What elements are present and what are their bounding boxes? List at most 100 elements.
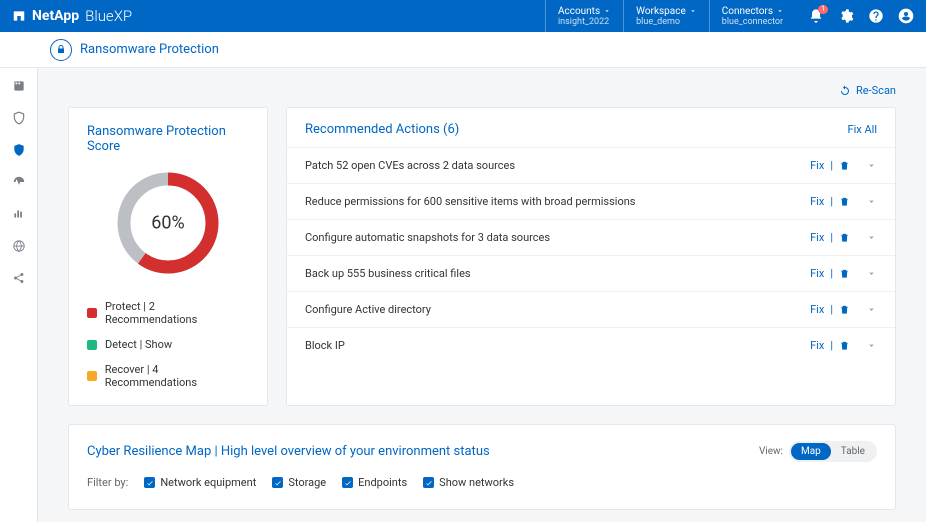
ransomware-icon — [50, 39, 72, 61]
score-percent: 60% — [151, 213, 184, 234]
workspace-value: blue_demo — [636, 17, 697, 27]
chevron-down-icon[interactable] — [866, 268, 877, 279]
fix-button[interactable]: Fix — [810, 339, 824, 352]
gear-icon[interactable] — [838, 8, 854, 24]
filter-label: Endpoints — [358, 476, 407, 489]
legend-swatch-red — [87, 308, 97, 318]
brand-logo-text: NetApp — [32, 8, 79, 24]
filter-by-label: Filter by: — [87, 476, 128, 489]
legend-recover[interactable]: Recover | 4 Recommendations — [87, 363, 249, 389]
view-label: View: — [759, 446, 783, 457]
action-text: Patch 52 open CVEs across 2 data sources — [305, 159, 515, 172]
action-row: Block IP Fix | — [287, 327, 895, 363]
divider: | — [830, 303, 833, 316]
filter-checkbox[interactable]: Endpoints — [342, 476, 407, 489]
trash-icon[interactable] — [839, 196, 850, 207]
filter-checkbox[interactable]: Storage — [272, 476, 326, 489]
connectors-value: blue_connector — [722, 17, 784, 27]
chevron-down-icon[interactable] — [866, 160, 877, 171]
netapp-logo-icon — [12, 9, 26, 23]
nav-global[interactable] — [11, 238, 27, 254]
nav-analytics[interactable] — [11, 206, 27, 222]
chevron-down-icon[interactable] — [866, 340, 877, 351]
chevron-down-icon[interactable] — [866, 196, 877, 207]
legend-protect[interactable]: Protect | 2 Recommendations — [87, 300, 249, 326]
view-toggle: View: Map Table — [759, 441, 877, 462]
trash-icon[interactable] — [839, 304, 850, 315]
nav-share[interactable] — [11, 270, 27, 286]
fix-button[interactable]: Fix — [810, 231, 824, 244]
nav-health[interactable] — [11, 174, 27, 190]
chevron-down-icon[interactable] — [866, 304, 877, 315]
fix-button[interactable]: Fix — [810, 195, 824, 208]
legend-detect[interactable]: Detect | Show — [87, 338, 249, 351]
action-row: Back up 555 business critical files Fix … — [287, 255, 895, 291]
action-row: Configure automatic snapshots for 3 data… — [287, 219, 895, 255]
chevron-down-icon[interactable] — [866, 232, 877, 243]
action-text: Reduce permissions for 600 sensitive ite… — [305, 195, 635, 208]
score-legend: Protect | 2 Recommendations Detect | Sho… — [87, 300, 249, 389]
accounts-value: insight_2022 — [558, 17, 611, 27]
nav-canvas[interactable] — [11, 78, 27, 94]
nav-ransomware[interactable] — [11, 142, 27, 158]
toggle-table[interactable]: Table — [831, 443, 875, 460]
subheader: Ransomware Protection — [0, 32, 926, 68]
legend-detect-label: Detect | Show — [105, 338, 172, 351]
action-row: Reduce permissions for 600 sensitive ite… — [287, 183, 895, 219]
checkbox-icon — [144, 477, 155, 488]
score-card: Ransomware Protection Score 60% Protect … — [68, 107, 268, 406]
score-donut: 60% — [113, 168, 223, 278]
action-text: Block IP — [305, 339, 345, 352]
main-content: Re-Scan Ransomware Protection Score 60% — [38, 68, 926, 522]
fix-button[interactable]: Fix — [810, 303, 824, 316]
chevron-down-icon — [603, 7, 611, 15]
workspace-label: Workspace — [636, 6, 686, 17]
toggle-map[interactable]: Map — [791, 443, 831, 460]
workspace-selector[interactable]: Workspace blue_demo — [623, 0, 709, 32]
topbar: NetApp BlueXP Accounts insight_2022 Work… — [0, 0, 926, 32]
divider: | — [830, 159, 833, 172]
score-title: Ransomware Protection Score — [87, 124, 249, 154]
actions-title: Recommended Actions (6) — [305, 122, 459, 137]
chevron-down-icon — [776, 7, 784, 15]
trash-icon[interactable] — [839, 340, 850, 351]
checkbox-icon — [423, 477, 434, 488]
trash-icon[interactable] — [839, 232, 850, 243]
connectors-label: Connectors — [722, 6, 773, 17]
help-icon[interactable] — [868, 8, 884, 24]
map-title: Cyber Resilience Map | High level overvi… — [87, 444, 490, 459]
brand: NetApp BlueXP — [12, 7, 132, 25]
legend-swatch-orange — [87, 371, 97, 381]
checkbox-icon — [272, 477, 283, 488]
cyber-resilience-map-card: Cyber Resilience Map | High level overvi… — [68, 424, 896, 510]
legend-protect-label: Protect | 2 Recommendations — [105, 300, 249, 326]
user-icon[interactable] — [898, 8, 914, 24]
divider: | — [830, 231, 833, 244]
filter-checkbox[interactable]: Network equipment — [144, 476, 256, 489]
action-text: Configure automatic snapshots for 3 data… — [305, 231, 550, 244]
filter-checkbox[interactable]: Show networks — [423, 476, 514, 489]
refresh-icon — [839, 85, 851, 97]
recommended-actions-card: Recommended Actions (6) Fix All Patch 52… — [286, 107, 896, 406]
notifications-icon[interactable]: 1 — [808, 8, 824, 24]
action-text: Back up 555 business critical files — [305, 267, 471, 280]
fix-button[interactable]: Fix — [810, 267, 824, 280]
accounts-selector[interactable]: Accounts insight_2022 — [545, 0, 623, 32]
fix-all-button[interactable]: Fix All — [848, 123, 877, 136]
trash-icon[interactable] — [839, 160, 850, 171]
page-title: Ransomware Protection — [80, 42, 219, 57]
notification-badge: 1 — [818, 5, 828, 14]
action-row: Configure Active directory Fix | — [287, 291, 895, 327]
rescan-label: Re-Scan — [856, 84, 896, 97]
connectors-selector[interactable]: Connectors blue_connector — [709, 0, 796, 32]
rescan-button[interactable]: Re-Scan — [839, 84, 896, 97]
divider: | — [830, 195, 833, 208]
map-filters: Filter by: Network equipment Storage Endpo… — [87, 476, 877, 489]
legend-swatch-green — [87, 340, 97, 350]
divider: | — [830, 267, 833, 280]
trash-icon[interactable] — [839, 268, 850, 279]
checkbox-icon — [342, 477, 353, 488]
chevron-down-icon — [689, 7, 697, 15]
fix-button[interactable]: Fix — [810, 159, 824, 172]
nav-shield[interactable] — [11, 110, 27, 126]
